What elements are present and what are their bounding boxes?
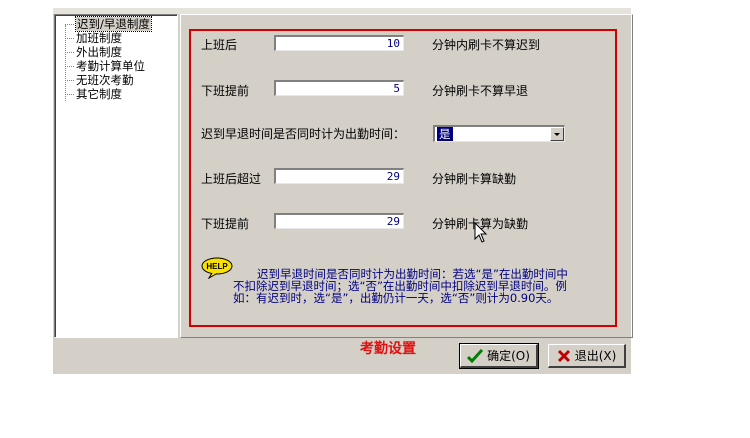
tree-item-label: 迟到/早退制度	[75, 16, 152, 32]
exit-button-label: 退出(X)	[574, 349, 617, 363]
absent-late-label: 上班后超过	[201, 172, 262, 186]
tree-item-other[interactable]: 其它制度	[65, 87, 122, 101]
mouse-cursor-icon	[474, 222, 488, 243]
window-title: 考勤设置	[360, 341, 416, 357]
late-suffix: 分钟内刷卡不算迟到	[432, 38, 541, 52]
settings-panel: 上班后 10 分钟内刷卡不算迟到 下班提前 5 分钟刷卡不算早退 迟到早退时间是…	[180, 14, 633, 338]
chevron-down-icon[interactable]	[550, 127, 564, 141]
count-as-attendance-label: 迟到早退时间是否同时计为出勤时间：	[201, 127, 406, 141]
ok-button-label: 确定(O)	[487, 349, 530, 363]
help-text: 迟到早退时间是否同时计为出勤时间：若选“是”在出勤时间中 不扣除迟到早退时间；选…	[233, 268, 603, 304]
absent-late-suffix: 分钟刷卡算缺勤	[432, 172, 517, 186]
absent-early-label: 下班提前	[201, 217, 250, 231]
tree-item-label: 外出制度	[76, 45, 122, 59]
settings-frame: 上班后 10 分钟内刷卡不算迟到 下班提前 5 分钟刷卡不算早退 迟到早退时间是…	[189, 29, 617, 327]
absent-early-input[interactable]: 29	[274, 213, 404, 229]
late-minutes-input[interactable]: 10	[274, 35, 404, 51]
help-icon-text: HELP	[206, 262, 228, 271]
ok-button[interactable]: 确定(O)	[459, 343, 539, 369]
policy-tree[interactable]: 迟到/早退制度 加班制度 外出制度 考勤计算单位 无班次考勤 其它制度	[54, 14, 178, 338]
help-line-3: 如：有迟到时，选“是”，出勤仍计一天，选“否”则计为0.90天。	[233, 291, 559, 305]
tree-item-outing[interactable]: 外出制度	[65, 45, 122, 59]
absent-late-input[interactable]: 29	[274, 168, 404, 184]
tree-item-label: 加班制度	[76, 31, 122, 45]
close-icon	[557, 349, 570, 362]
exit-button[interactable]: 退出(X)	[548, 344, 626, 368]
tree-item-overtime[interactable]: 加班制度	[65, 31, 122, 45]
late-label: 上班后	[201, 38, 238, 52]
tree-item-label: 无班次考勤	[76, 73, 134, 87]
tree-item-no-shift[interactable]: 无班次考勤	[65, 73, 134, 87]
tree-item-late-early[interactable]: 迟到/早退制度	[65, 16, 152, 32]
tree-item-label: 考勤计算单位	[76, 59, 145, 73]
tree-item-label: 其它制度	[76, 87, 122, 101]
select-value: 是	[437, 127, 453, 141]
check-icon	[467, 348, 484, 363]
early-minutes-input[interactable]: 5	[274, 80, 404, 96]
count-as-attendance-select[interactable]: 是	[433, 125, 565, 142]
early-suffix: 分钟刷卡不算早退	[432, 84, 529, 98]
early-label: 下班提前	[201, 84, 250, 98]
settings-window: 迟到/早退制度 加班制度 外出制度 考勤计算单位 无班次考勤 其它制度 上班后 …	[53, 8, 633, 374]
help-icon: HELP	[201, 257, 233, 279]
tree-item-calc-unit[interactable]: 考勤计算单位	[65, 59, 145, 73]
